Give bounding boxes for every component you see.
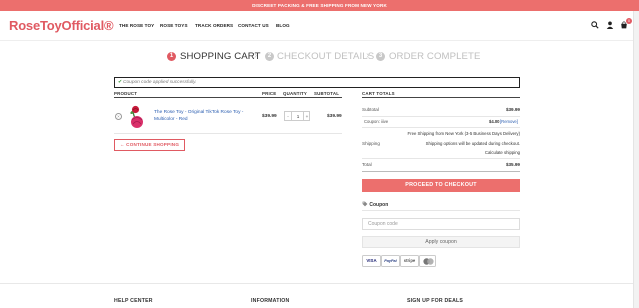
continue-shopping-button[interactable]: ← CONTINUE SHOPPING [114, 139, 185, 151]
nav-contact-us[interactable]: CONTACT US [238, 23, 269, 28]
promo-bar: DISCREET PACKING & FREE SHIPPING FROM NE… [0, 0, 639, 11]
item-subtotal: $39.99 [327, 114, 342, 119]
nav-track-orders[interactable]: TRACK ORDERS [195, 23, 233, 28]
item-price: $39.99 [262, 114, 277, 119]
totals-bottom-rule [362, 171, 520, 172]
header-divider [0, 40, 633, 41]
totals-rule [362, 116, 520, 117]
checkmark-icon: ✔ [118, 80, 123, 85]
nav-the-rose-toy[interactable]: THE ROSE TOY [119, 23, 154, 28]
mastercard-circles-icon [423, 258, 434, 265]
subtotal-value: $39.99 [505, 107, 520, 112]
cart-totals-heading: CART TOTALS [362, 91, 395, 96]
qty-minus-button[interactable]: - [285, 112, 292, 120]
coupon-rule [362, 210, 520, 211]
step-checkout-details: CHECKOUT DETAILS [277, 51, 375, 62]
total-label: Total [362, 162, 372, 167]
tag-icon [362, 201, 368, 207]
calculate-shipping-link[interactable]: Calculate shipping [440, 150, 520, 155]
qty-plus-button[interactable]: + [303, 112, 310, 120]
totals-header-rule [362, 97, 520, 98]
footer-information: INFORMATION [251, 298, 290, 304]
proceed-to-checkout-button[interactable]: PROCEED TO CHECKOUT [362, 179, 520, 192]
step-2-number: 2 [265, 52, 274, 61]
coupon-discount-value: $4.00 [489, 119, 500, 124]
coupon-remove-link[interactable]: [Remove] [500, 119, 518, 124]
qty-value[interactable]: 1 [293, 112, 303, 120]
col-header-product: PRODUCT [114, 91, 138, 96]
coupon-applied-label: Coupon: iiive [364, 119, 389, 124]
quantity-stepper[interactable]: - 1 + [284, 111, 310, 121]
step-separator-chevron-icon: › [366, 50, 370, 61]
cart-count-badge: 0 [626, 18, 632, 24]
step-separator-chevron-icon: › [254, 50, 258, 61]
user-icon[interactable] [606, 21, 614, 29]
visa-icon: VISA [362, 255, 381, 267]
subtotal-label: Subtotal [362, 107, 379, 112]
site-logo[interactable]: RoseToyOfficial® [9, 18, 114, 33]
col-header-subtotal: SUBTOTAL [314, 91, 340, 96]
col-header-price: PRICE [262, 91, 277, 96]
footer-help-center: HELP CENTER [114, 298, 153, 304]
footer-sign-up: SIGN UP FOR DEALS [407, 298, 464, 304]
coupon-code-input[interactable]: Coupon code [362, 218, 520, 230]
product-thumbnail[interactable] [124, 104, 148, 129]
scrollbar[interactable] [633, 11, 639, 308]
step-order-complete: ORDER COMPLETE [389, 51, 481, 62]
nav-rose-toys[interactable]: ROSE TOYS [160, 23, 188, 28]
totals-rule [362, 158, 520, 159]
total-value: $35.99 [505, 162, 520, 167]
table-row-rule [114, 133, 342, 134]
step-3-number: 3 [376, 52, 385, 61]
totals-rule [362, 127, 520, 128]
shipping-label: Shipping [362, 141, 380, 146]
paypal-icon: PayPal [381, 255, 400, 267]
col-header-quantity: QUANTITY [283, 91, 308, 96]
product-name-link[interactable]: The Rose Toy - Original TikTok Rose Toy … [154, 110, 254, 123]
shipping-note: Shipping options will be updated during … [425, 141, 520, 146]
notice-text: Coupon code applied successfully. [123, 80, 197, 85]
shipping-option[interactable]: Free Shipping from New York (3-5 Busines… [380, 131, 520, 136]
search-icon[interactable] [591, 21, 599, 29]
stripe-icon: stripe [400, 255, 419, 267]
coupon-heading-label: Coupon [369, 202, 389, 208]
step-shopping-cart: SHOPPING CART [180, 51, 261, 62]
coupon-heading: Coupon [362, 201, 388, 208]
footer-divider [0, 283, 633, 284]
table-header-rule [114, 97, 342, 98]
nav-blog[interactable]: BLOG [276, 23, 290, 28]
step-1-number: 1 [167, 52, 176, 61]
coupon-success-notice: ✔Coupon code applied successfully. [114, 77, 520, 88]
apply-coupon-button[interactable]: Apply coupon [362, 236, 520, 248]
mastercard-icon [419, 255, 436, 267]
remove-item-button[interactable]: × [115, 113, 122, 120]
